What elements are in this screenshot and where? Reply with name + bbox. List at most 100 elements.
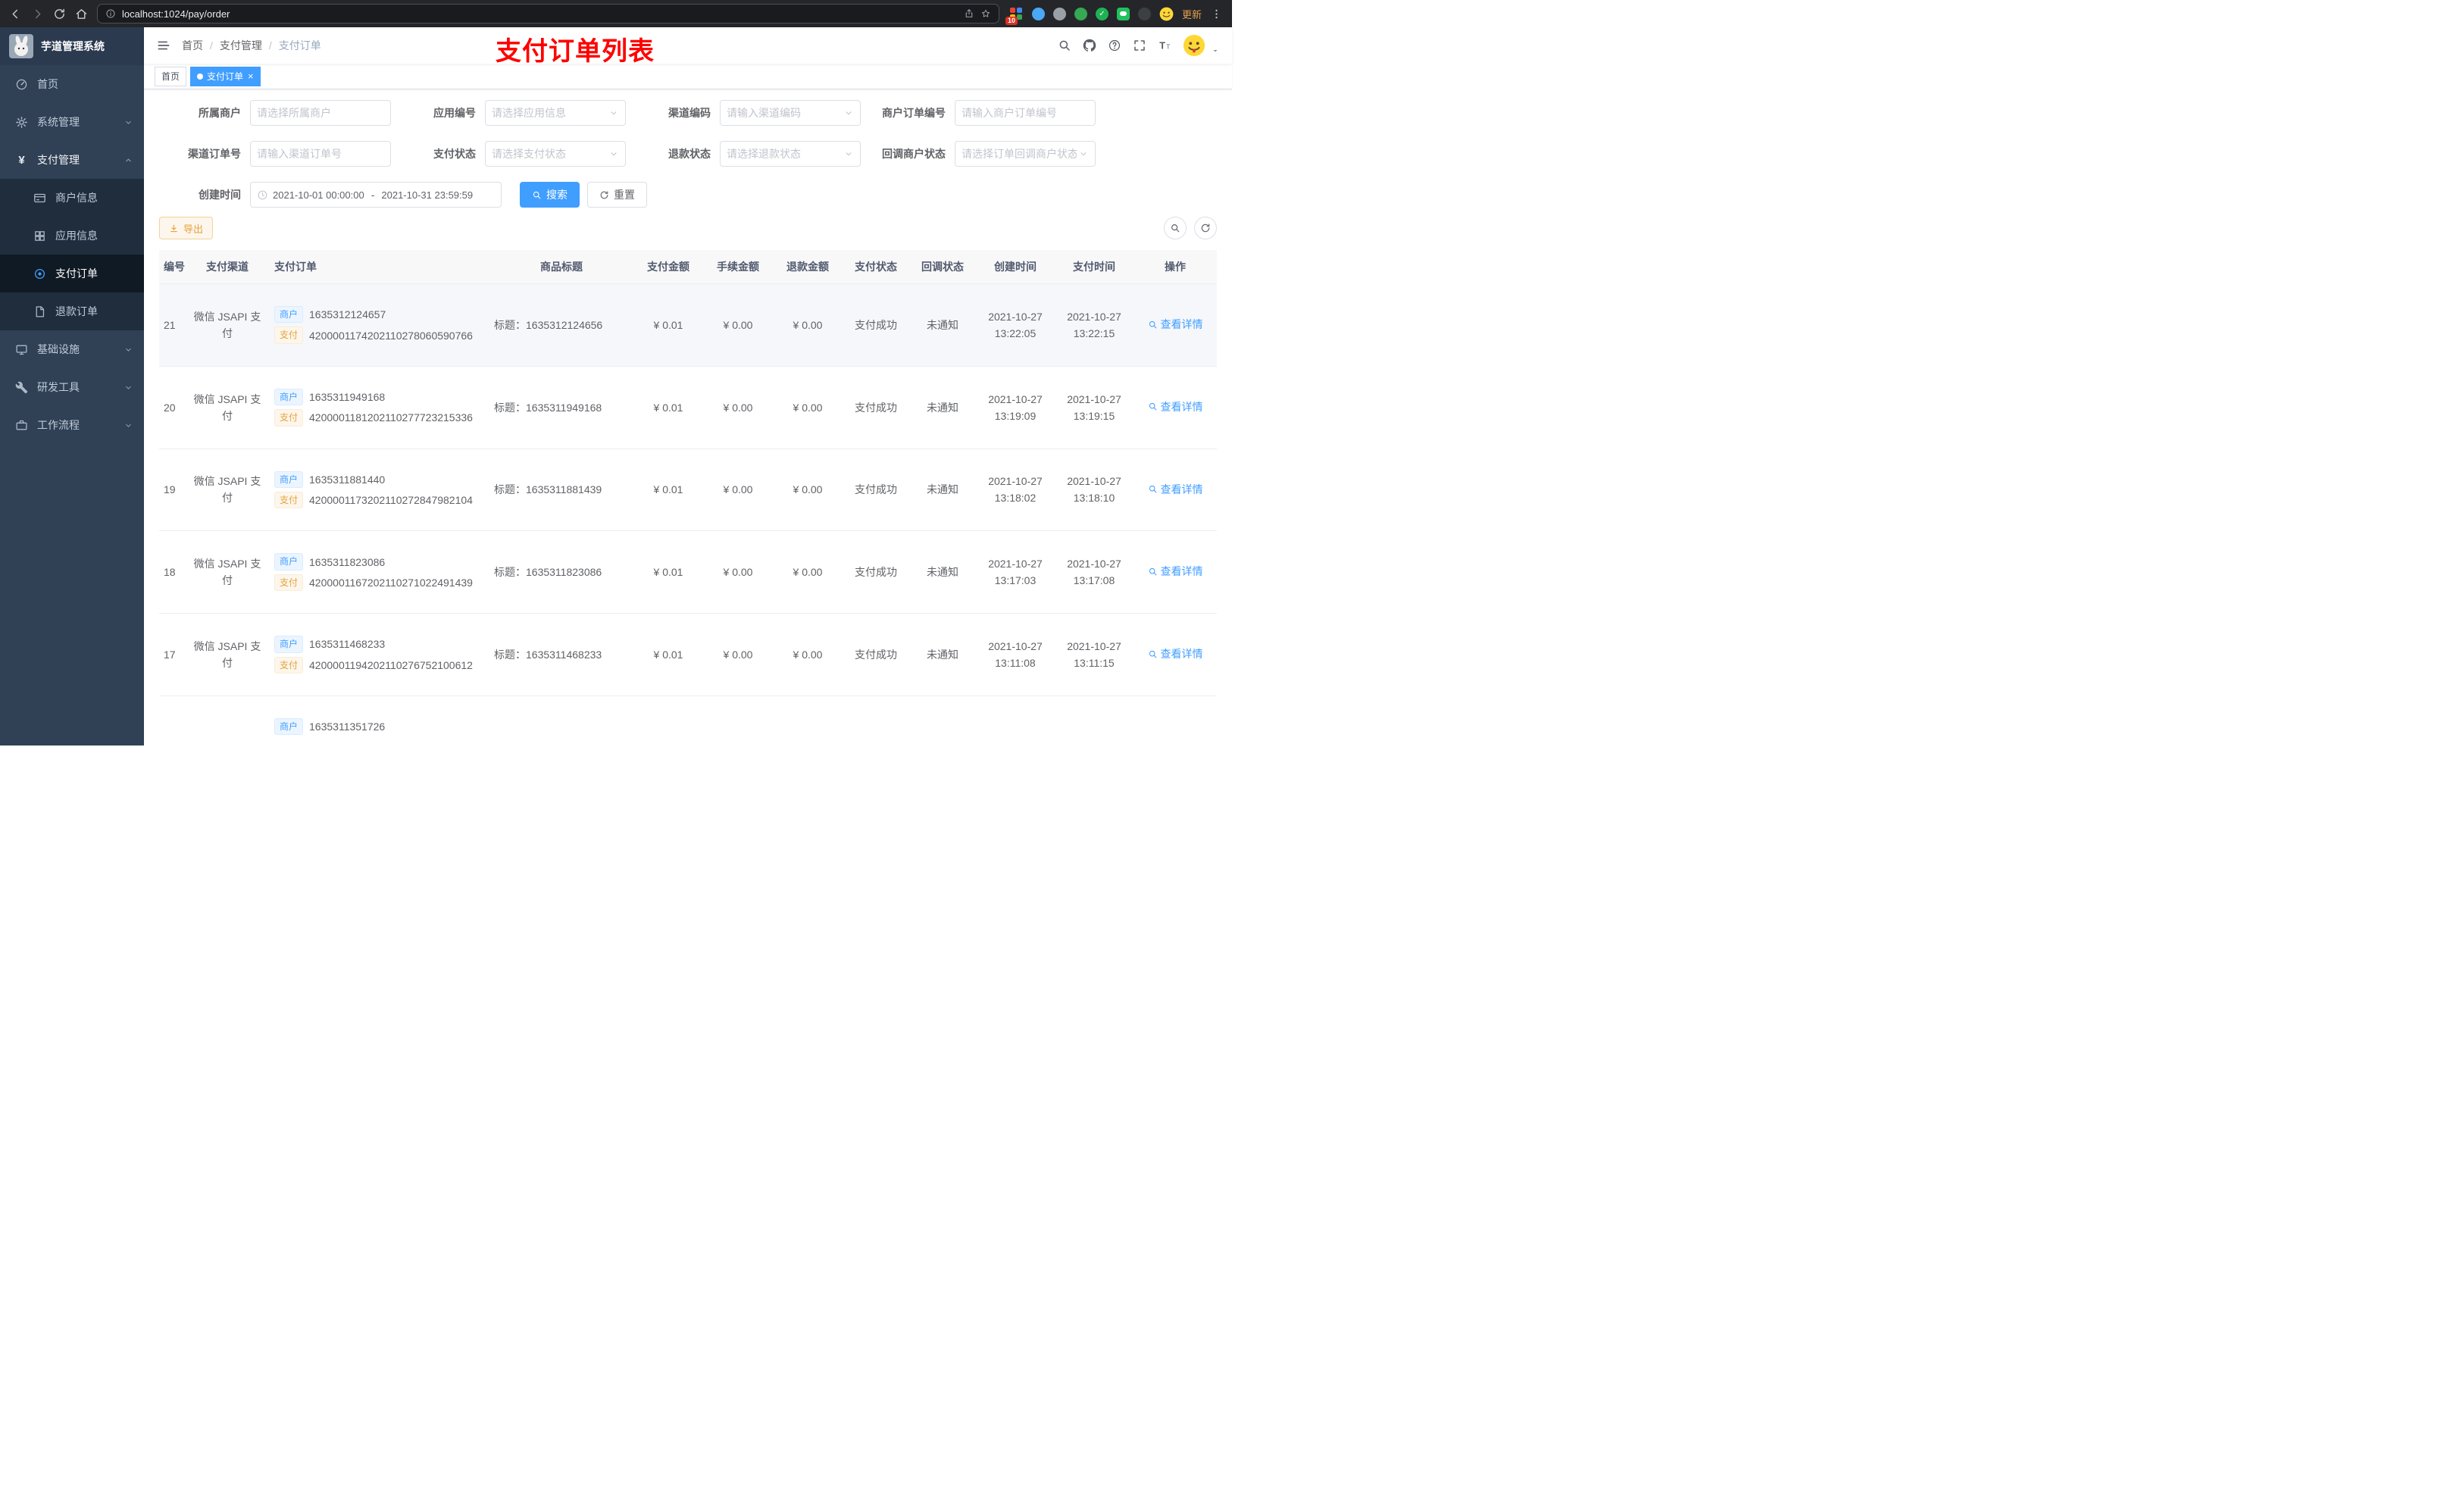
date-range-input[interactable]: 2021-10-01 00:00:00 - 2021-10-31 23:59:5… (250, 182, 502, 208)
tag-pay-order[interactable]: 支付订单 × (190, 66, 261, 86)
sidebar-item-label: 工作流程 (37, 419, 80, 431)
filter-label: 商户订单编号 (882, 107, 946, 119)
channel-order-no-input[interactable] (250, 141, 391, 167)
date-separator: - (371, 189, 375, 201)
refresh-table-button[interactable] (1194, 217, 1217, 239)
cell-amount: ¥ 0.01 (633, 449, 703, 532)
grid-icon (33, 230, 46, 242)
sidebar-item-workflow[interactable]: 工作流程 (0, 406, 144, 444)
back-icon[interactable] (9, 8, 22, 20)
sidebar-item-pay-order[interactable]: 支付订单 (0, 255, 144, 292)
cell-notify (909, 695, 976, 746)
date-end-value: 2021-10-31 23:59:59 (381, 189, 474, 201)
sidebar-item-label: 首页 (37, 78, 58, 90)
view-details-link[interactable]: 查看详情 (1148, 563, 1203, 580)
extension-check-icon[interactable]: ✓ (1095, 7, 1108, 20)
refund-status-select[interactable]: 请选择退款状态 (720, 141, 861, 167)
close-icon[interactable]: × (248, 71, 254, 81)
merchant-tag: 商户 (274, 717, 304, 736)
sidebar-item-label: 研发工具 (37, 381, 80, 393)
monitor-icon (15, 343, 28, 356)
extensions-area: 10 ✓ 更新 (1005, 6, 1223, 25)
extension-blue-icon[interactable] (1031, 7, 1045, 20)
merchant-order-no-input[interactable] (955, 100, 1096, 126)
forward-icon[interactable] (31, 8, 44, 20)
extension-palette-icon[interactable]: 10 (1005, 6, 1024, 25)
toggle-search-button[interactable] (1164, 217, 1187, 239)
table-row: 17 微信 JSAPI 支付 商户 1635311468233 支付 4200001… (159, 613, 1217, 696)
merchant-order-no-field[interactable] (962, 107, 1089, 119)
sidebar-item-label: 退款订单 (55, 305, 98, 317)
notify-status-select[interactable]: 请选择订单回调商户状态 (955, 141, 1096, 167)
table-toolbar: 导出 (159, 217, 1217, 239)
extension-dark-icon[interactable] (1137, 7, 1151, 20)
cell-subject: 标题：1635311949168 (489, 366, 633, 449)
breadcrumb-home[interactable]: 首页 (182, 38, 203, 53)
app-id-select[interactable]: 请选择应用信息 (485, 100, 626, 126)
fullscreen-icon[interactable] (1133, 39, 1146, 52)
view-details-link[interactable]: 查看详情 (1148, 316, 1203, 333)
cell-refund: ¥ 0.00 (773, 283, 843, 367)
merchant-tag: 商户 (274, 553, 304, 570)
url-bar[interactable]: localhost:1024/pay/order (97, 4, 999, 23)
payment-submenu: 商户信息 应用信息 支付订单 退款订单 (0, 179, 144, 330)
browser-home-icon[interactable] (75, 8, 88, 20)
yen-icon: ¥ (18, 153, 25, 167)
view-details-link[interactable]: 查看详情 (1148, 481, 1203, 498)
document-icon (33, 305, 46, 318)
search-icon[interactable] (1058, 39, 1071, 52)
breadcrumb: 首页 / 支付管理 / 支付订单 (182, 38, 321, 53)
reload-icon[interactable] (53, 8, 66, 20)
target-icon (33, 267, 46, 280)
sidebar-item-payment[interactable]: ¥ 支付管理 (0, 141, 144, 179)
browser-profile-avatar[interactable] (1159, 7, 1174, 21)
browser-menu-icon[interactable] (1210, 8, 1223, 20)
view-details-link[interactable]: 查看详情 (1148, 645, 1203, 662)
github-icon[interactable] (1083, 39, 1096, 52)
bookmark-star-icon[interactable] (980, 8, 991, 19)
browser-update-button[interactable]: 更新 (1182, 7, 1202, 21)
sidebar-item-infrastructure[interactable]: 基础设施 (0, 330, 144, 368)
hamburger-icon[interactable] (156, 38, 171, 53)
cell-channel (185, 695, 270, 746)
sidebar-item-merchant-info[interactable]: 商户信息 (0, 179, 144, 217)
cell-order: 商户 1635311823086 支付 4200001167202110271022… (270, 530, 489, 614)
extension-gray-icon[interactable] (1052, 7, 1066, 20)
cell-subject: 标题：1635311468233 (489, 613, 633, 696)
pay-status-select[interactable]: 请选择支付状态 (485, 141, 626, 167)
select-placeholder: 请选择退款状态 (727, 148, 801, 160)
cell-fee: ¥ 0.00 (703, 530, 773, 614)
site-info-icon[interactable] (105, 8, 116, 19)
caret-down-icon[interactable] (1211, 46, 1220, 55)
channel-code-select[interactable]: 请输入渠道编码 (720, 100, 861, 126)
share-icon[interactable] (964, 8, 974, 19)
help-icon[interactable] (1108, 39, 1121, 52)
table-row: 21 微信 JSAPI 支付 商户 1635312124657 支付 4200001… (159, 283, 1217, 367)
sidebar-item-label: 支付管理 (37, 154, 80, 166)
reset-button[interactable]: 重置 (587, 182, 647, 208)
sidebar-item-home[interactable]: 首页 (0, 65, 144, 103)
export-button[interactable]: 导出 (159, 217, 214, 239)
merchant-input-field[interactable] (257, 107, 384, 119)
channel-order-no-field[interactable] (257, 148, 384, 160)
filter-label: 创建时间 (199, 189, 241, 201)
search-button[interactable]: 搜索 (520, 182, 580, 208)
view-details-link[interactable]: 查看详情 (1148, 399, 1203, 415)
sidebar-item-app-info[interactable]: 应用信息 (0, 217, 144, 255)
col-create-time: 创建时间 (976, 250, 1055, 284)
sidebar-item-system[interactable]: 系统管理 (0, 103, 144, 141)
font-size-icon[interactable] (1158, 39, 1171, 52)
tag-label: 支付订单 (207, 71, 244, 82)
cell-order: 商户 1635311468233 支付 4200001194202110276752… (270, 613, 489, 696)
breadcrumb-payment[interactable]: 支付管理 (220, 38, 262, 53)
cell-subject: 标题：1635311881439 (489, 449, 633, 532)
sidebar-item-dev-tools[interactable]: 研发工具 (0, 368, 144, 406)
user-avatar[interactable] (1183, 34, 1205, 57)
view-details-label: 查看详情 (1160, 565, 1203, 578)
merchant-input[interactable] (250, 100, 391, 126)
extension-green-icon[interactable] (1074, 7, 1087, 20)
extension-chat-icon[interactable] (1116, 7, 1130, 20)
tag-home[interactable]: 首页 (155, 66, 187, 86)
sidebar-item-refund-order[interactable]: 退款订单 (0, 292, 144, 330)
navbar-actions (1058, 34, 1220, 57)
